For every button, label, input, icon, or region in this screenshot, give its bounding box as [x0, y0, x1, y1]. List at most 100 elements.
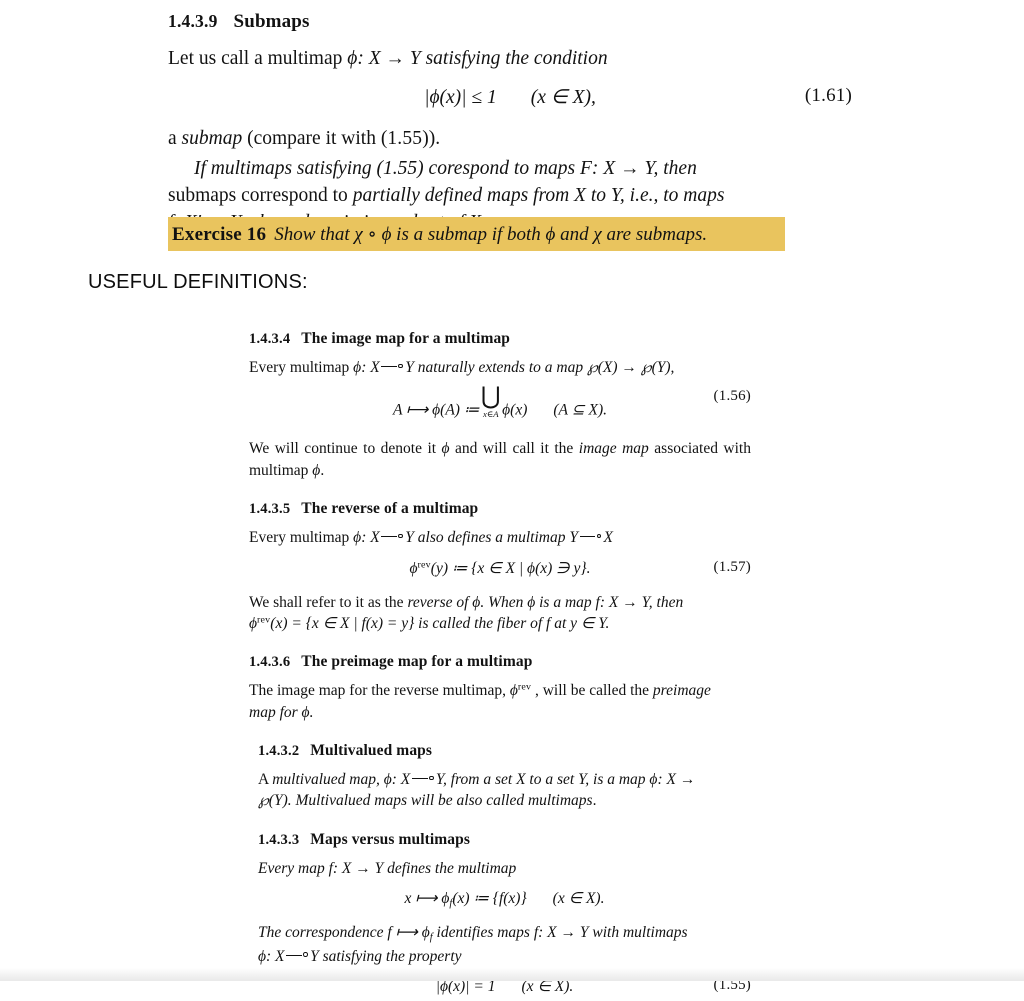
exercise-label: Exercise 16	[172, 223, 267, 245]
text-fragment: : X → Y satisfying the condition	[357, 48, 608, 69]
phi-symbol: ϕ	[441, 440, 450, 458]
paragraph-a-submap: a submap (compare it with (1.55)).	[168, 128, 441, 150]
exercise-statement: Show that χ ∘ ϕ is a submap if both ϕ an…	[274, 223, 708, 245]
multimap-arrow-icon	[381, 531, 404, 542]
equation-1-56-body: A ⟼ ϕ(A) ≔ ⋃ x∈A ϕ(x) (A ⊆ X).	[249, 384, 751, 420]
subsection-heading-1432: 1.4.3.2 Multivalued maps	[258, 742, 751, 760]
page-bottom-edge	[0, 968, 1024, 981]
term-fiber: fiber	[496, 614, 527, 632]
equation-1-56: A ⟼ ϕ(A) ≔ ⋃ x∈A ϕ(x) (A ⊆ X). (1.56)	[249, 384, 751, 424]
multimap-arrow-icon	[579, 531, 602, 542]
equation-phi-f-rhs: (x) ≔ {f(x)}	[452, 890, 527, 908]
definition-section-1434: 1.4.3.4 The image map for a multimap Ever…	[249, 330, 751, 481]
subsection-heading-1435: 1.4.3.5 The reverse of a multimap	[249, 500, 751, 518]
equation-1-61: |ϕ(x)| ≤ 1 (x ∈ X), (1.61)	[168, 85, 852, 113]
text-fragment: and will call it the	[449, 440, 579, 458]
equation-1-61-tag: (1.61)	[804, 85, 852, 107]
text-fragment: .	[320, 461, 325, 479]
text-fragment: of ϕ. When ϕ is a map f: X → Y, then	[452, 593, 684, 611]
phi-symbol: ϕ	[347, 48, 358, 69]
text-fragment: , will be called the	[531, 682, 653, 700]
paragraph-correspondence: The correspondence f ⟼ ϕf identifies map…	[258, 922, 751, 967]
superscript-rev: rev	[417, 559, 431, 571]
text-fragment: Y also defines a multimap Y	[405, 529, 578, 547]
phi-symbol: ϕ	[353, 359, 362, 376]
definition-section-1436: 1.4.3.6 The preimage map for a multimap T…	[249, 653, 751, 723]
section-title: Submaps	[233, 11, 310, 32]
text-fragment: .	[592, 792, 597, 810]
multimap-arrow-icon	[411, 773, 434, 784]
text-fragment: ϕ: X	[258, 947, 285, 965]
text-fragment: : X	[361, 529, 380, 547]
multimap-arrow-icon	[381, 361, 404, 372]
equation-1-61-condition: (x ∈ X),	[530, 87, 596, 109]
equation-1-57-body: ϕrev(y) ≔ {x ∈ X | ϕ(x) ∋ y}.	[249, 559, 751, 578]
text-fragment: for ϕ.	[275, 703, 314, 721]
subsection-number: 1.4.3.4	[249, 331, 291, 347]
text-fragment: ℘(Y). Multivalued maps will be also call…	[258, 792, 528, 810]
section-number: 1.4.3.9	[168, 11, 218, 31]
subsection-number: 1.4.3.5	[249, 501, 291, 518]
equation-1-57-tag: (1.57)	[713, 558, 751, 575]
text-fragment: If multimaps satisfying (1.55) corespond…	[194, 157, 697, 179]
term-preimage: preimage	[652, 682, 711, 700]
text-fragment: maps from X to Y, i.e., to maps	[482, 184, 725, 206]
text-fragment: Every multimap	[249, 359, 354, 376]
subsection-heading-1433: 1.4.3.3 Maps versus multimaps	[258, 831, 751, 849]
paragraph-we-will-continue: We will continue to denote it ϕ and will…	[249, 438, 751, 481]
union-limit: x∈A	[482, 408, 499, 419]
definition-section-1432: 1.4.3.2 Multivalued maps A multivalued ma…	[249, 742, 751, 812]
text-fragment: of f at y ∈ Y.	[526, 614, 610, 632]
subsection-heading-1434: 1.4.3.4 The image map for a multimap	[249, 330, 751, 348]
text-fragment: The correspondence f ⟼ ϕ	[258, 924, 430, 942]
subsection-title: The preimage map for a multimap	[301, 653, 533, 671]
text-fragment: submaps correspond to	[168, 184, 353, 206]
text-fragment: Let us call a multimap	[168, 48, 348, 69]
text-fragment: We shall refer to it as the	[249, 593, 408, 611]
subsection-title: The reverse of a multimap	[301, 500, 479, 518]
outer-section: 1.4.3.9 Submaps Let us call a multimap ϕ:…	[168, 0, 852, 236]
term-map: map	[249, 703, 276, 721]
equation-phi-f-condition: (x ∈ X).	[552, 890, 605, 908]
text-fragment: Y, from a set X to a set Y, is a map ϕ: …	[435, 771, 696, 788]
text-fragment: We will continue to denote it	[249, 440, 442, 458]
subsection-number: 1.4.3.6	[249, 654, 291, 671]
subsection-number: 1.4.3.2	[258, 743, 300, 759]
equation-1-57-expression: (y) ≔ {x ∈ X | ϕ(x) ∋ y}.	[430, 559, 591, 577]
phi-symbol: ϕ	[409, 559, 418, 577]
subsection-number: 1.4.3.3	[258, 831, 300, 848]
subsection-title: The image map for a multimap	[301, 330, 511, 347]
useful-definitions-heading: USEFUL DEFINITIONS:	[88, 271, 308, 293]
subsection-title: Multivalued maps	[310, 742, 433, 759]
equation-1-56-rhs: ϕ(x)	[502, 401, 528, 419]
union-glyph: ⋃	[480, 384, 501, 411]
section-heading-1439: 1.4.3.9 Submaps	[168, 11, 852, 33]
paragraph-we-shall-refer: We shall refer to it as the reverse of ϕ…	[249, 592, 751, 635]
text-fragment: identifies maps f: X → Y with multimaps	[432, 924, 688, 942]
subsection-heading-1436: 1.4.3.6 The preimage map for a multimap	[249, 653, 751, 671]
equation-phi-f-body: x ⟼ ϕf(x) ≔ {f(x)} (x ∈ X).	[258, 889, 751, 909]
text-fragment: The image map for the reverse multimap,	[249, 682, 510, 700]
text-fragment: Every multimap	[249, 529, 354, 547]
paragraph-let-us-call: Let us call a multimap ϕ: X → Y satisfyi…	[168, 45, 852, 72]
paragraph-multivalued-map: A multivalued map, ϕ: X Y, from a set X t…	[258, 769, 751, 812]
equation-1-56-condition: (A ⊆ X).	[553, 401, 607, 419]
term-image-map: image map	[578, 440, 649, 458]
text-fragment: map, ϕ: X	[345, 771, 411, 788]
big-union-operator-icon: ⋃ x∈A	[480, 384, 501, 419]
equation-phi-f: x ⟼ ϕf(x) ≔ {f(x)} (x ∈ X).	[258, 889, 751, 913]
text-fragment: Every map f: X → Y defines the multimap	[258, 859, 517, 877]
equation-phi-f-lhs: x ⟼ ϕ	[404, 890, 450, 908]
text-fragment: A	[258, 771, 273, 788]
text-fragment: : X	[361, 359, 380, 376]
definition-section-1435: 1.4.3.5 The reverse of a multimap Every m…	[249, 500, 751, 634]
equation-1-56-tag: (1.56)	[713, 388, 751, 405]
exercise-text-row: Exercise 16 Show that χ ∘ ϕ is a submap i…	[172, 223, 707, 246]
equation-1-56-lhs: A ⟼ ϕ(A) ≔	[393, 401, 480, 419]
multimap-arrow-icon	[286, 949, 309, 960]
paragraph-every-multimap-1434: Every multimap ϕ: X Y naturally extends t…	[249, 357, 751, 378]
superscript-rev: rev	[517, 681, 532, 693]
inner-definitions-panel: 1.4.3.4 The image map for a multimap Ever…	[249, 330, 751, 1001]
text-fragment: Y satisfying the property	[310, 947, 462, 965]
text-fragment: (x) = {x ∈ X | f(x) = y} is called the	[270, 614, 497, 632]
